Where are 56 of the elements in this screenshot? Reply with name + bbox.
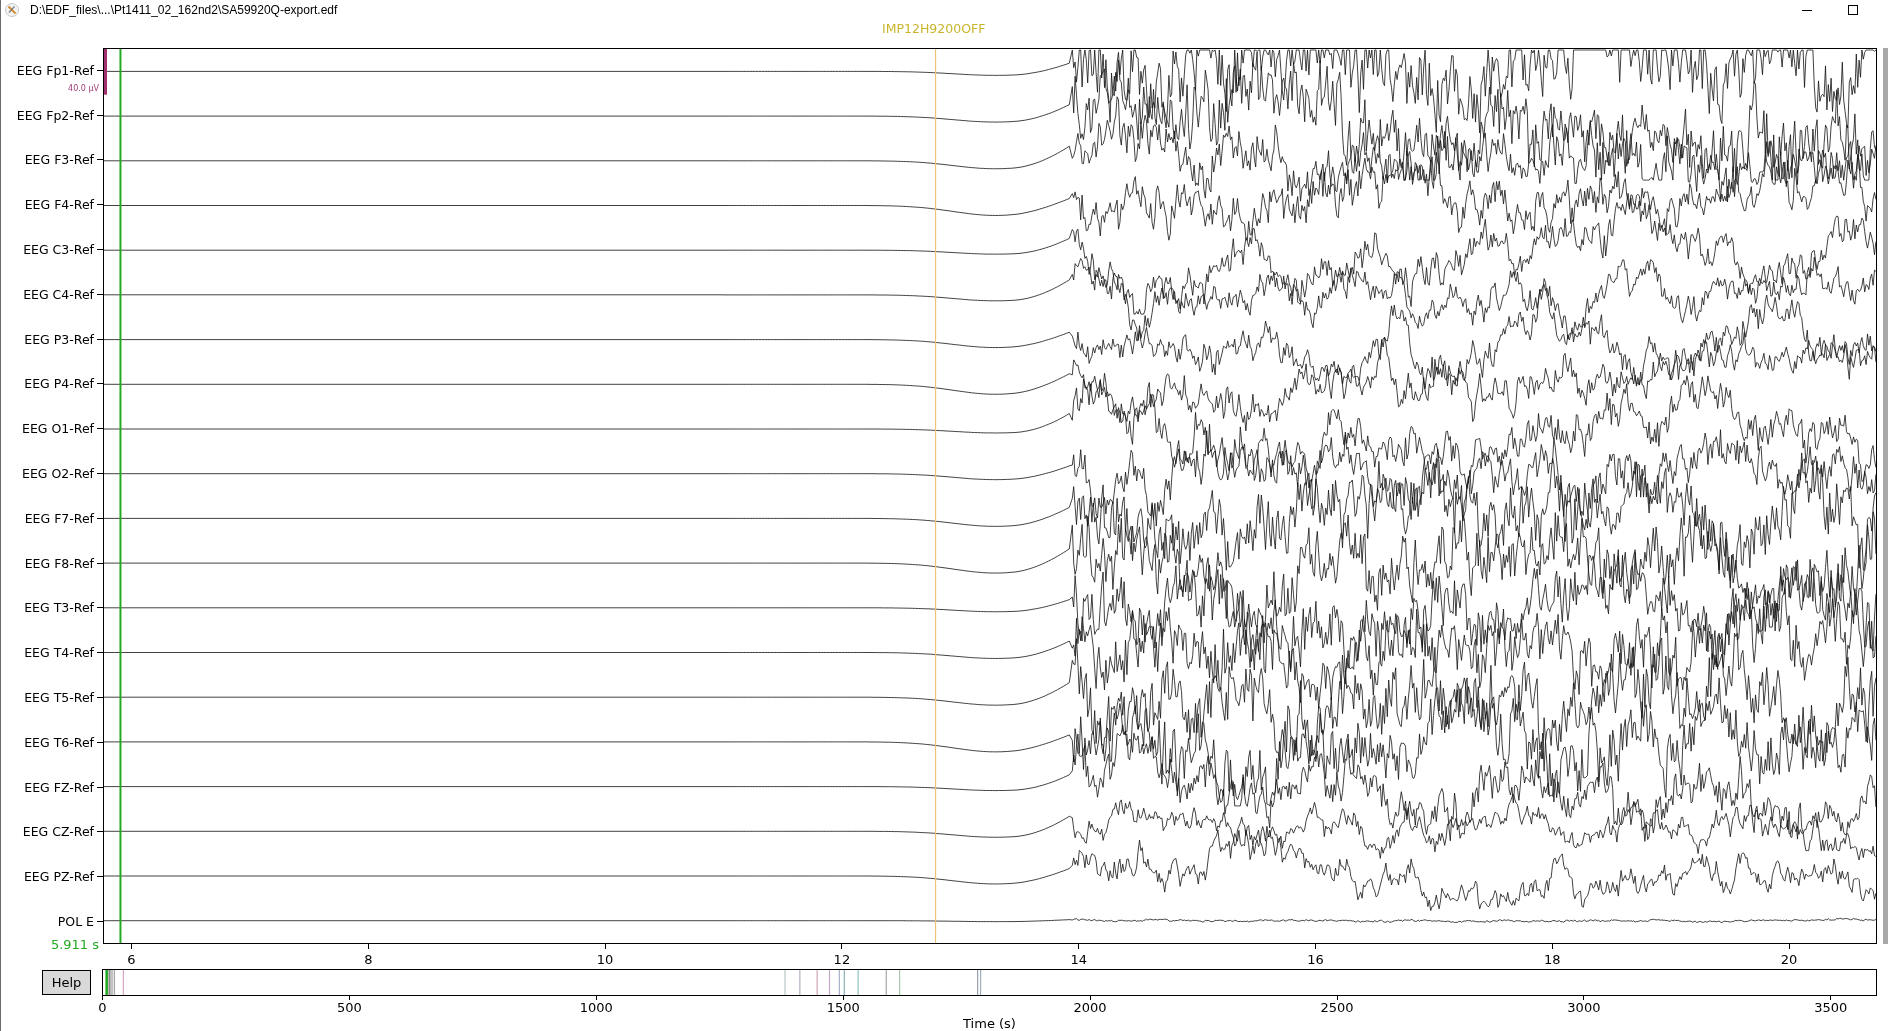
channel-label: EEG C3-Ref bbox=[23, 242, 94, 258]
tick-mark bbox=[595, 996, 597, 1000]
help-button[interactable]: Help bbox=[42, 970, 91, 995]
axis-tick-label: 0 bbox=[98, 1000, 107, 1015]
channel-label: EEG O1-Ref bbox=[22, 421, 94, 437]
axis-tick-label: 3500 bbox=[1814, 1000, 1848, 1015]
cursor-time-label: 5.911 s bbox=[50, 937, 99, 952]
axis-tick-label: 1000 bbox=[579, 1000, 613, 1015]
app-icon bbox=[5, 3, 19, 17]
axis-tick-label: 20 bbox=[1780, 952, 1798, 967]
tick-mark bbox=[1089, 996, 1091, 1000]
channel-label: EEG CZ-Ref bbox=[22, 824, 94, 840]
window-title: D:\EDF_files\...\Pt1411_02_162nd2\SA59920Q-export.edf bbox=[30, 2, 338, 18]
axis-tick-label: 8 bbox=[364, 952, 373, 967]
tick-mark bbox=[1336, 996, 1338, 1000]
scale-bar bbox=[104, 49, 107, 95]
tick-mark bbox=[102, 996, 103, 1000]
axis-tick-label: 3000 bbox=[1567, 1000, 1601, 1015]
axis-tick-label: 16 bbox=[1307, 952, 1324, 967]
axis-tick-label: 2500 bbox=[1320, 1000, 1354, 1015]
axis-tick-label: 1500 bbox=[826, 1000, 860, 1015]
channel-label: EEG T5-Ref bbox=[24, 690, 94, 706]
axis-tick-label: 2000 bbox=[1073, 1000, 1107, 1015]
channel-label: POL E bbox=[57, 914, 94, 930]
channel-label: EEG P4-Ref bbox=[24, 376, 94, 392]
tick-mark bbox=[842, 996, 844, 1000]
annotation-label: IMP12H9200OFF bbox=[882, 21, 986, 37]
channel-label: EEG F8-Ref bbox=[24, 555, 94, 571]
timeline-navigator[interactable] bbox=[102, 969, 1877, 996]
channel-label: EEG P3-Ref bbox=[24, 331, 94, 347]
channel-label: EEG F3-Ref bbox=[24, 152, 94, 168]
axis-tick-label: 18 bbox=[1544, 952, 1561, 967]
maximize-icon bbox=[1848, 5, 1858, 15]
channel-label: EEG O2-Ref bbox=[22, 466, 94, 482]
channel-label: EEG Fp1-Ref bbox=[16, 62, 94, 78]
channel-label: EEG FZ-Ref bbox=[24, 779, 94, 795]
channel-label: EEG PZ-Ref bbox=[23, 869, 94, 885]
tick-mark bbox=[1583, 996, 1585, 1000]
channel-label: EEG Fp2-Ref bbox=[16, 107, 94, 123]
axis-label: Time (s) bbox=[963, 1016, 1016, 1031]
axis-tick-label: 6 bbox=[127, 952, 136, 967]
channel-label: EEG F7-Ref bbox=[24, 510, 94, 526]
channel-label: EEG C4-Ref bbox=[23, 286, 94, 302]
cursor-marker bbox=[105, 970, 108, 995]
axis-tick-label: 14 bbox=[1070, 952, 1087, 967]
channel-label: EEG F4-Ref bbox=[24, 197, 94, 213]
channel-label: EEG T6-Ref bbox=[24, 734, 94, 750]
axis-tick-label: 12 bbox=[833, 952, 851, 967]
scale-label: 40.0 µV bbox=[68, 84, 99, 93]
channel-label: EEG T3-Ref bbox=[24, 600, 94, 616]
channel-label: EEG T4-Ref bbox=[24, 645, 94, 661]
axis-tick-label: 500 bbox=[337, 1000, 362, 1015]
tick-mark bbox=[1830, 996, 1832, 1000]
tick-mark bbox=[348, 996, 350, 1000]
axis-tick-label: 10 bbox=[596, 952, 614, 967]
minimize-icon bbox=[1802, 9, 1812, 11]
